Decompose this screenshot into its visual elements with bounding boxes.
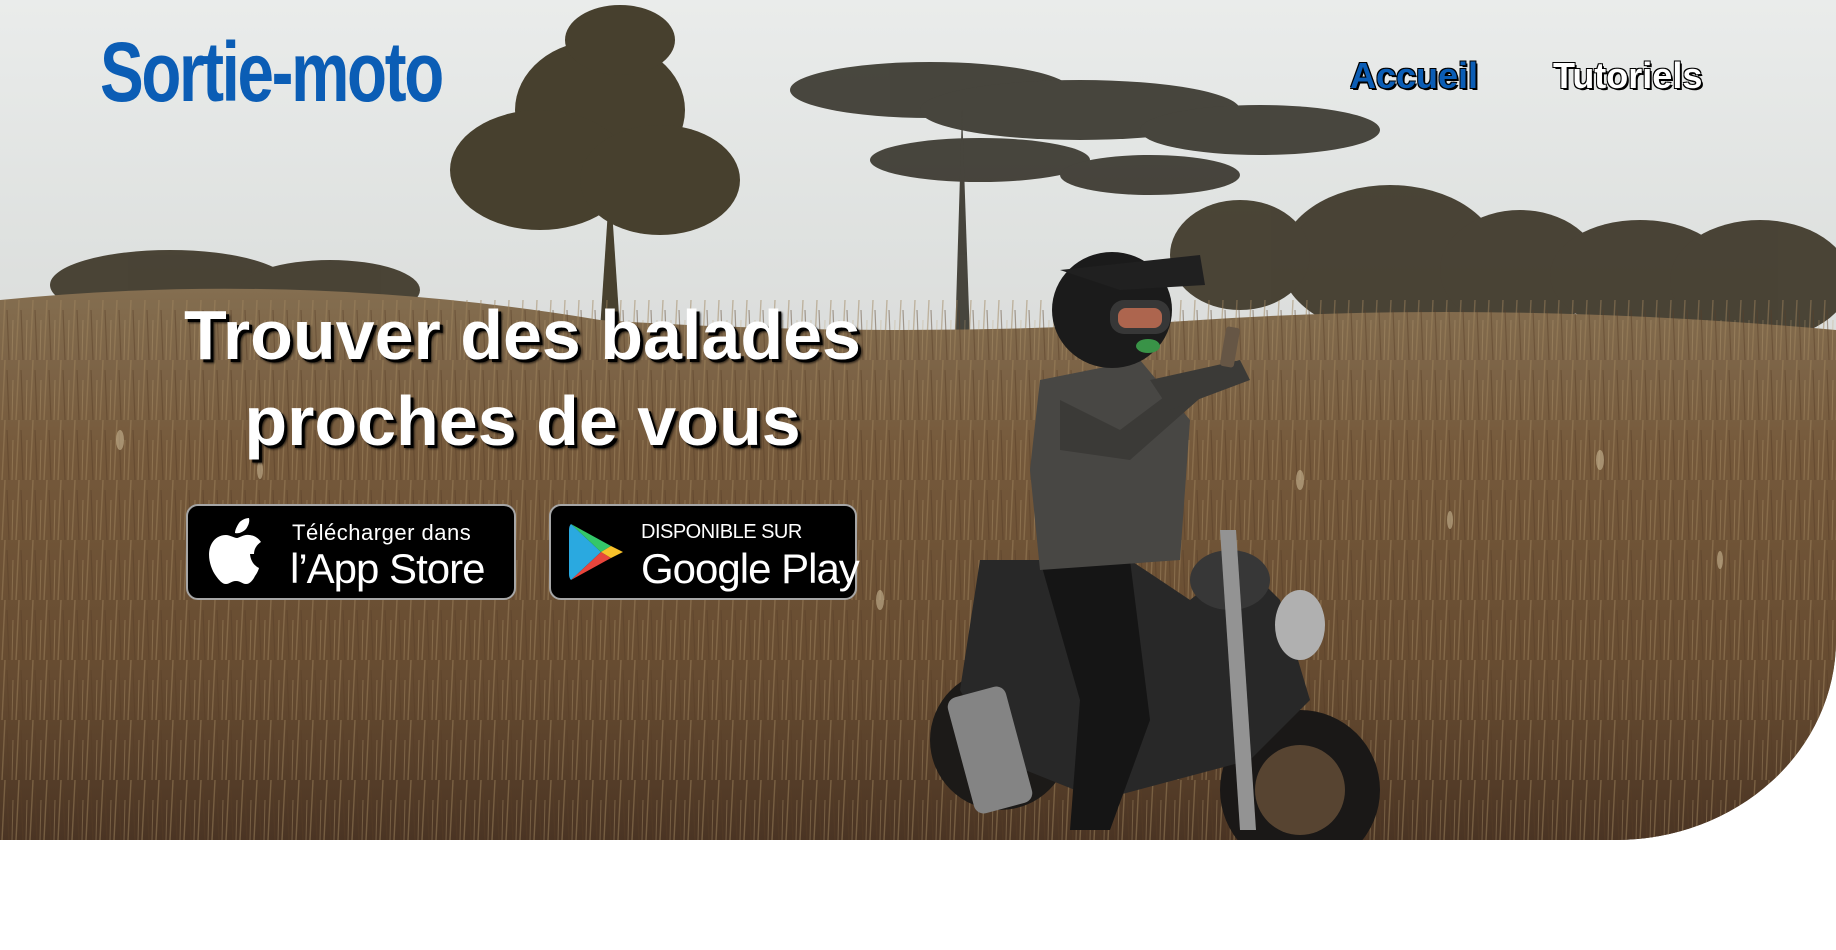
main-nav: Accueil Tutoriels <box>0 54 1836 102</box>
hero-headline-line-1: Trouver des balades <box>184 296 861 374</box>
app-store-big-text: l’App Store <box>290 545 485 592</box>
google-play-badge[interactable]: DISPONIBLE SUR Google Play <box>549 504 860 600</box>
google-play-icon <box>569 524 623 580</box>
nav-link-accueil[interactable]: Accueil <box>1350 54 1478 97</box>
apple-icon <box>209 518 261 584</box>
hero-headline: Trouver des balades proches de vous <box>150 292 895 464</box>
google-play-small-text: DISPONIBLE SUR <box>641 521 802 543</box>
hero-headline-line-2: proches de vous <box>244 382 801 460</box>
app-store-small-text: Télécharger dans <box>292 520 472 545</box>
google-play-big-text: Google Play <box>641 545 860 592</box>
nav-link-tutoriels[interactable]: Tutoriels <box>1553 54 1702 97</box>
page: Sortie-moto Accueil Tutoriels Trouver de… <box>0 0 1836 950</box>
app-store-badge[interactable]: Télécharger dans l’App Store <box>186 504 516 600</box>
